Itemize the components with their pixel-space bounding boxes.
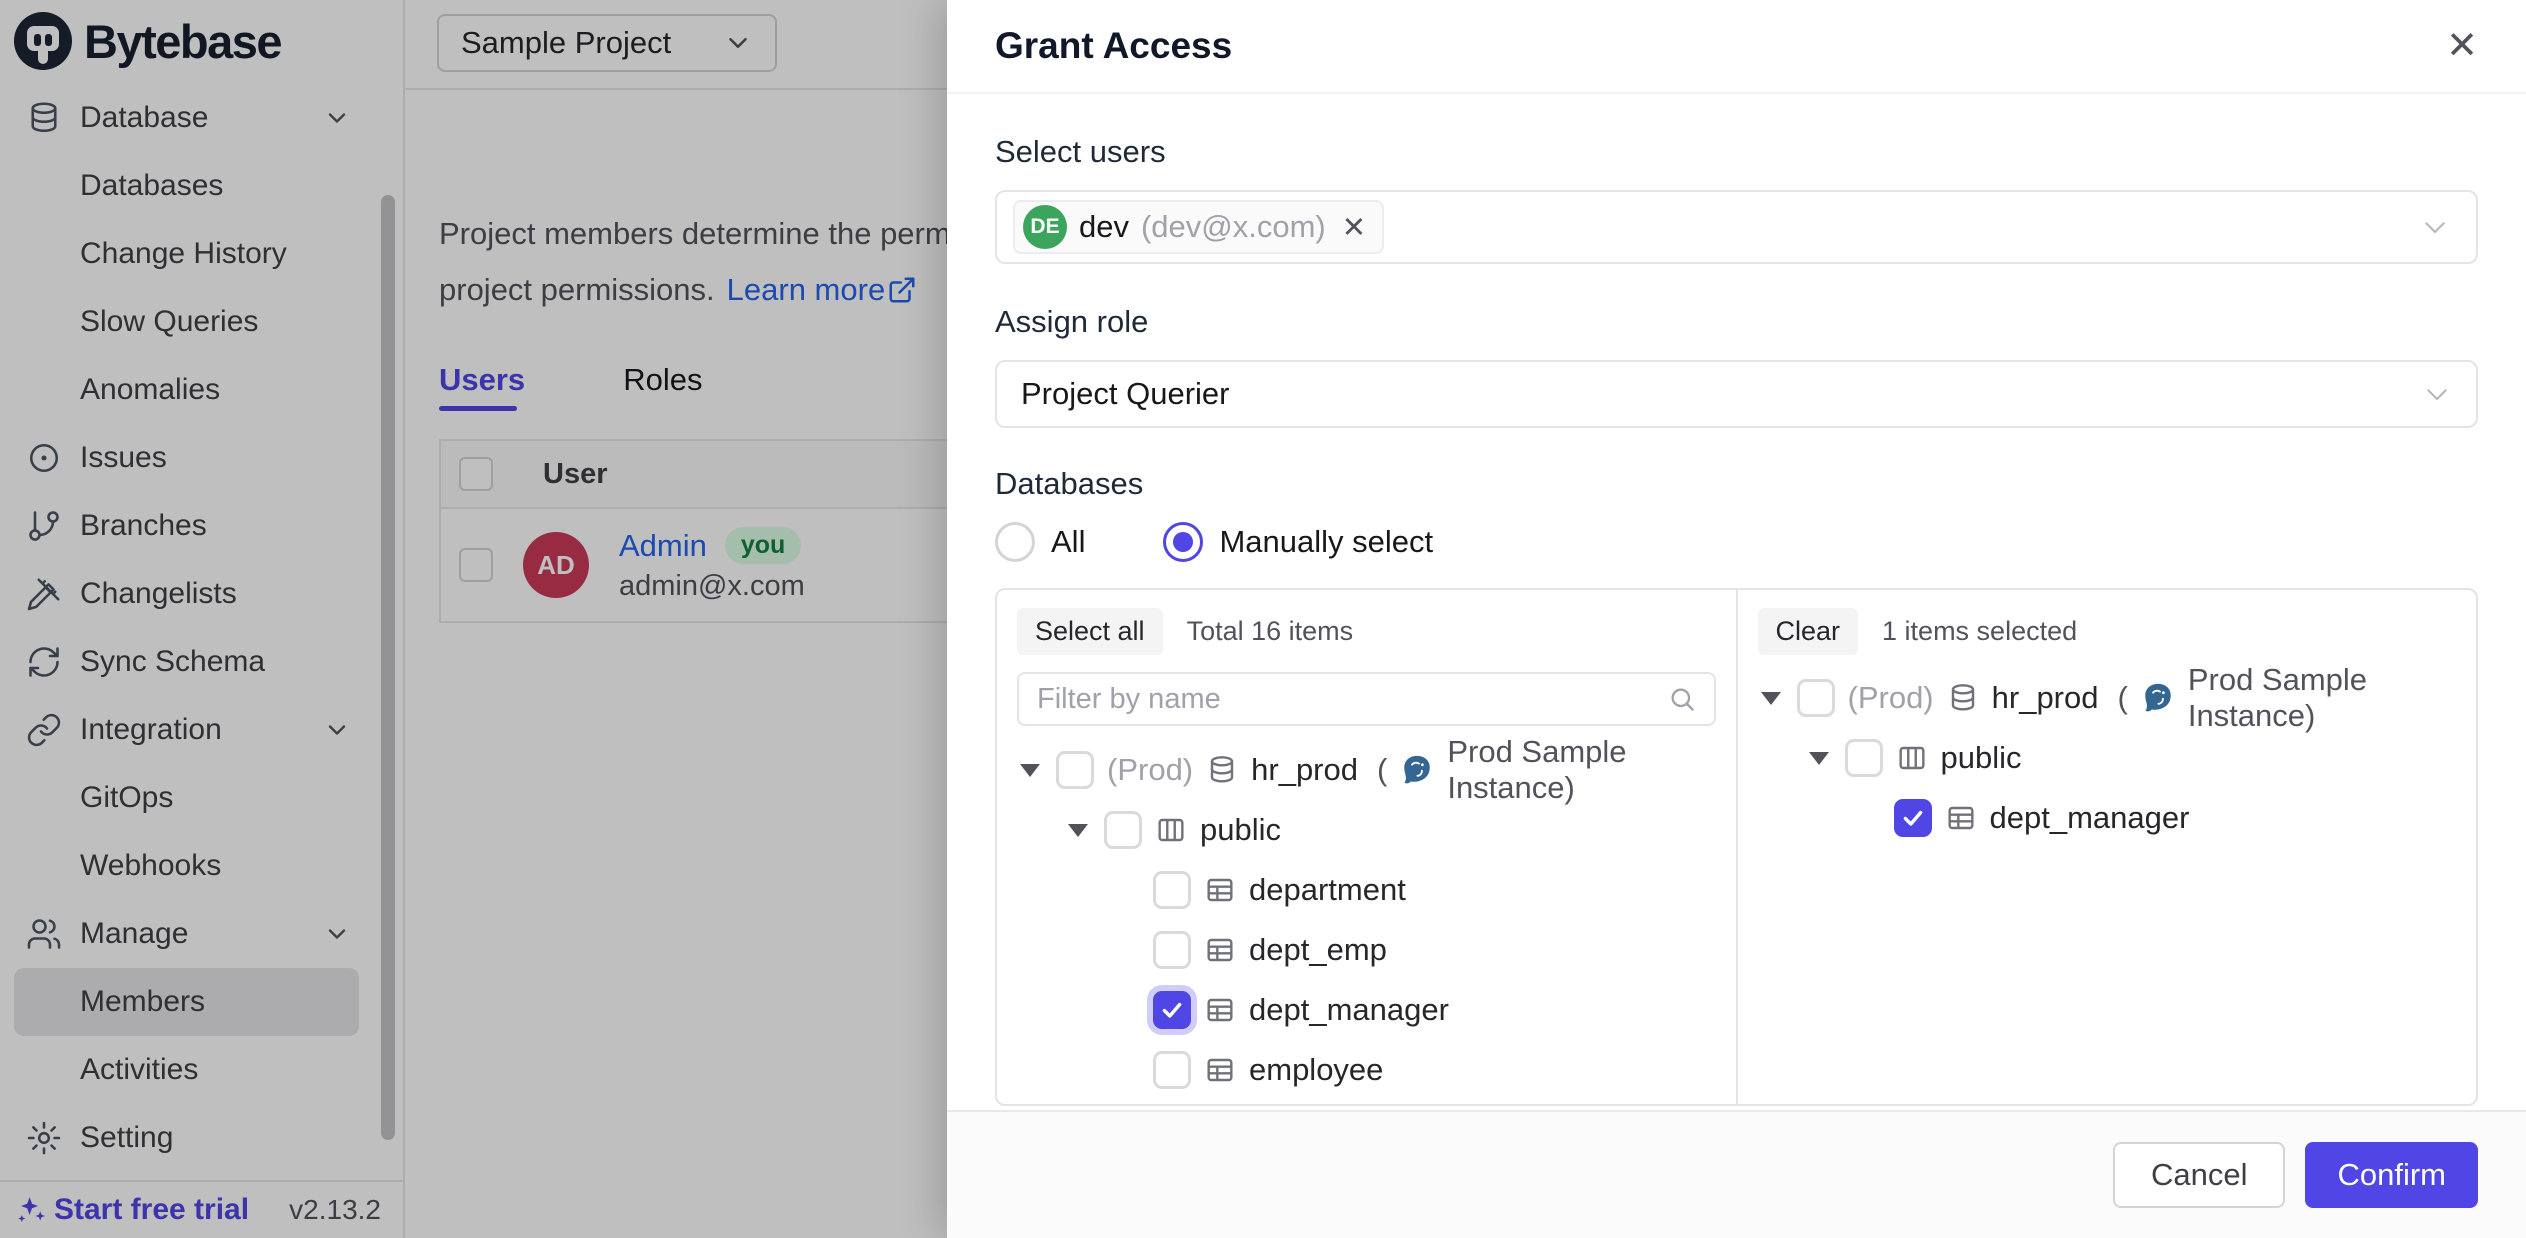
tree-item-employee[interactable]: employee xyxy=(1017,1040,1716,1100)
modal-title: Grant Access xyxy=(995,25,1232,67)
chevron-down-icon xyxy=(2420,212,2450,242)
chip-avatar: DE xyxy=(1023,205,1067,249)
database-icon xyxy=(1206,754,1238,786)
app-window: Bytebase Database Databases Change Histo… xyxy=(0,0,2526,1238)
tree-item-hr-prod[interactable]: (Prod) hr_prod ( Prod Sample Instance) xyxy=(1758,668,2457,728)
modal-footer: Cancel Confirm xyxy=(947,1110,2526,1238)
checkbox-checked[interactable] xyxy=(1153,991,1191,1029)
clear-button[interactable]: Clear xyxy=(1758,608,1859,655)
selected-user-chip: DE dev (dev@x.com) ✕ xyxy=(1013,200,1384,254)
radio-selected-icon xyxy=(1163,522,1203,562)
caret-down-icon[interactable] xyxy=(1758,692,1784,705)
checkbox[interactable] xyxy=(1153,871,1191,909)
caret-down-icon[interactable] xyxy=(1806,752,1832,765)
confirm-button[interactable]: Confirm xyxy=(2305,1142,2478,1208)
source-tree: (Prod) hr_prod ( Prod Sample Instance) xyxy=(1017,740,1716,1100)
transfer-source-pane: Select all Total 16 items (Prod) xyxy=(997,590,1738,1104)
radio-manually-select[interactable]: Manually select xyxy=(1163,522,1433,562)
checkbox[interactable] xyxy=(1104,811,1142,849)
database-scope-radios: All Manually select xyxy=(995,522,2478,562)
table-icon xyxy=(1204,934,1236,966)
close-icon[interactable]: ✕ xyxy=(2446,27,2478,65)
checkbox[interactable] xyxy=(1153,1051,1191,1089)
modal-header: Grant Access ✕ xyxy=(947,0,2526,94)
schema-icon xyxy=(1155,814,1187,846)
tree-item-public[interactable]: public xyxy=(1017,800,1716,860)
tree-item-dept-manager[interactable]: dept_manager xyxy=(1758,788,2457,848)
database-transfer-panel: Select all Total 16 items (Prod) xyxy=(995,588,2478,1106)
checkbox[interactable] xyxy=(1056,751,1094,789)
tree-item-hr-prod[interactable]: (Prod) hr_prod ( Prod Sample Instance) xyxy=(1017,740,1716,800)
databases-label: Databases xyxy=(995,466,2478,502)
grant-access-modal: Grant Access ✕ Select users DE dev (dev@… xyxy=(947,0,2526,1238)
radio-icon xyxy=(995,522,1035,562)
table-icon xyxy=(1204,874,1236,906)
schema-icon xyxy=(1896,742,1928,774)
search-icon xyxy=(1668,685,1696,713)
selected-tree: (Prod) hr_prod ( Prod Sample Instance) xyxy=(1758,668,2457,848)
table-icon xyxy=(1204,1054,1236,1086)
database-icon xyxy=(1947,682,1979,714)
modal-body: Select users DE dev (dev@x.com) ✕ Assign… xyxy=(947,94,2526,1106)
checkbox[interactable] xyxy=(1153,931,1191,969)
radio-all[interactable]: All xyxy=(995,522,1085,562)
table-icon xyxy=(1204,994,1236,1026)
tree-item-department[interactable]: department xyxy=(1017,860,1716,920)
selected-count-label: 1 items selected xyxy=(1882,616,2077,647)
checkbox-checked[interactable] xyxy=(1894,799,1932,837)
tree-item-dept-emp[interactable]: dept_emp xyxy=(1017,920,1716,980)
postgresql-icon xyxy=(2141,681,2175,715)
total-count-label: Total 16 items xyxy=(1187,616,1354,647)
postgresql-icon xyxy=(1400,753,1434,787)
user-select-input[interactable]: DE dev (dev@x.com) ✕ xyxy=(995,190,2478,264)
caret-down-icon[interactable] xyxy=(1065,824,1091,837)
tree-item-public[interactable]: public xyxy=(1758,728,2457,788)
chip-remove-icon[interactable]: ✕ xyxy=(1342,210,1366,245)
assign-role-label: Assign role xyxy=(995,304,2478,340)
chevron-down-icon xyxy=(2422,379,2452,409)
transfer-selected-pane: Clear 1 items selected (Prod) hr_prod xyxy=(1738,590,2477,1104)
checkbox[interactable] xyxy=(1845,739,1883,777)
dim-overlay xyxy=(0,0,947,1238)
table-icon xyxy=(1945,802,1977,834)
filter-input[interactable] xyxy=(1037,683,1668,716)
checkbox[interactable] xyxy=(1797,679,1835,717)
assign-role-select[interactable]: Project Querier xyxy=(995,360,2478,428)
tree-item-dept-manager[interactable]: dept_manager xyxy=(1017,980,1716,1040)
cancel-button[interactable]: Cancel xyxy=(2113,1142,2286,1208)
select-all-button[interactable]: Select all xyxy=(1017,608,1163,655)
select-users-label: Select users xyxy=(995,134,2478,170)
filter-field[interactable] xyxy=(1017,672,1716,726)
caret-down-icon[interactable] xyxy=(1017,764,1043,777)
